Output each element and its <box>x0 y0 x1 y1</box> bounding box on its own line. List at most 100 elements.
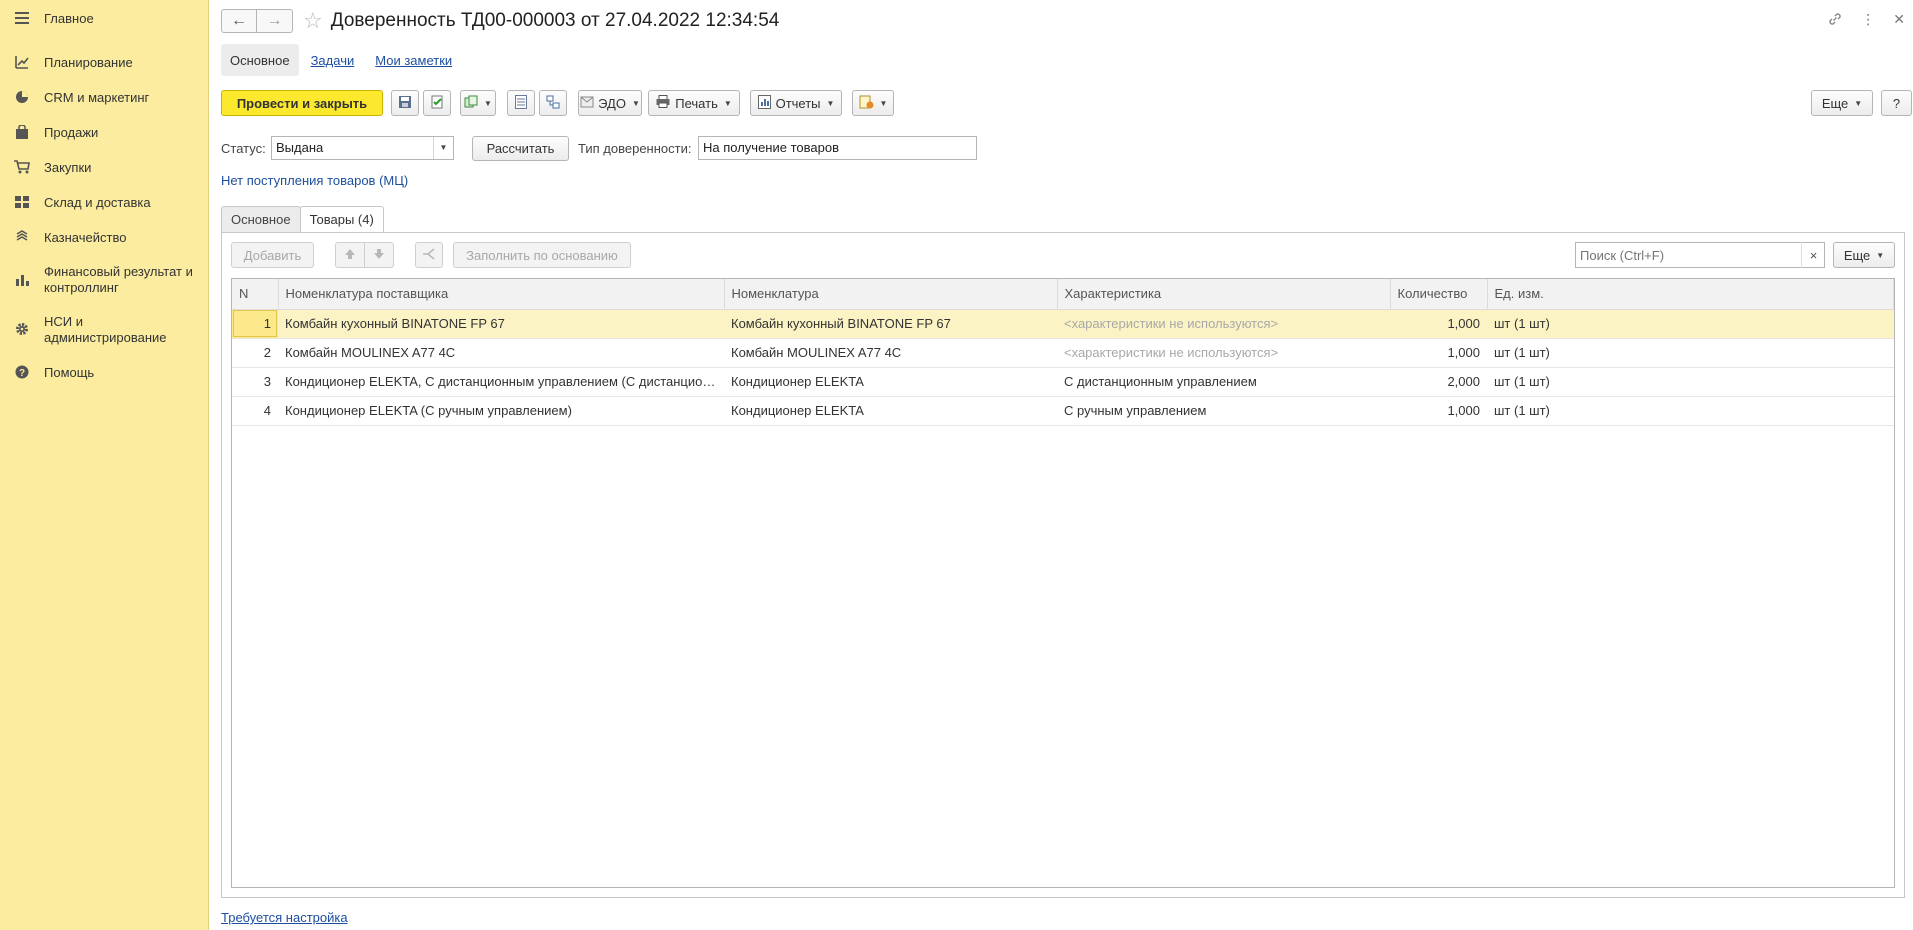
table-row[interactable]: 2 Комбайн MOULINEX A77 4C Комбайн MOULIN… <box>232 338 1894 368</box>
table-row[interactable]: 3 Кондиционер ELEKTA, С дистанционным уп… <box>232 367 1894 397</box>
edo-menu-button[interactable]: ЭДО ▼ <box>578 90 642 116</box>
structure-icon <box>546 95 560 112</box>
reports-menu-button[interactable]: Отчеты ▼ <box>750 90 842 116</box>
table-header-row: N Номенклатура поставщика Номенклатура Х… <box>232 279 1894 310</box>
cell-unit: шт (1 шт) <box>1487 309 1894 339</box>
more-label: Еще <box>1821 95 1849 111</box>
column-header-item[interactable]: Номенклатура <box>724 279 1058 310</box>
more-vertical-icon[interactable]: ⋮ <box>1861 11 1875 30</box>
move-down-button[interactable] <box>364 242 394 268</box>
sidebar-item-help[interactable]: ? Помощь <box>0 355 208 390</box>
sidebar-item-sales[interactable]: Продажи <box>0 115 208 150</box>
column-header-unit[interactable]: Ед. изм. <box>1487 279 1894 310</box>
goods-more-button[interactable]: Еще ▼ <box>1833 242 1895 268</box>
table-row[interactable]: 4 Кондиционер ELEKTA (С ручным управлени… <box>232 396 1894 426</box>
cell-quantity: 2,000 <box>1390 367 1487 397</box>
title-bar: ← → ☆ Доверенность ТД00-000003 от 27.04.… <box>221 8 1913 34</box>
gear-icon <box>14 322 30 338</box>
sidebar-item-warehouse[interactable]: Склад и доставка <box>0 185 208 220</box>
status-select[interactable]: Выдана ▼ <box>271 136 454 160</box>
structure-button[interactable] <box>539 90 567 116</box>
setup-required-link[interactable]: Требуется настройка <box>221 910 348 925</box>
attachments-menu-button[interactable]: ▼ <box>852 90 894 116</box>
sidebar-item-purchases[interactable]: Закупки <box>0 150 208 185</box>
sidebar-item-finance[interactable]: Финансовый результат и контроллинг <box>0 255 208 305</box>
post-button[interactable] <box>423 90 451 116</box>
proxy-type-value: На получение товаров <box>703 140 839 155</box>
sidebar-item-label: Планирование <box>44 54 133 70</box>
tab-goods[interactable]: Товары (4) <box>299 206 384 233</box>
sidebar-item-label: Продажи <box>44 124 99 140</box>
form-subtabs: Основное Задачи Мои заметки <box>221 44 461 76</box>
no-receipts-link[interactable]: Нет поступления товаров (МЦ) <box>221 173 408 188</box>
sidebar-item-label: Помощь <box>44 364 95 380</box>
treasury-icon <box>14 229 30 246</box>
status-value: Выдана <box>276 140 324 155</box>
sidebar-item-treasury[interactable]: Казначейство <box>0 220 208 255</box>
journal-button[interactable] <box>507 90 535 116</box>
arrow-left-icon: ← <box>231 12 247 29</box>
save-button[interactable] <box>391 90 419 116</box>
help-button[interactable]: ? <box>1881 90 1912 116</box>
cell-unit: шт (1 шт) <box>1487 396 1894 426</box>
column-header-supplier-item[interactable]: Номенклатура поставщика <box>278 279 725 310</box>
post-and-close-button[interactable]: Провести и закрыть <box>221 90 383 116</box>
sidebar: Главное Планирование CRM и маркетинг Про… <box>0 0 209 930</box>
favorite-star-icon[interactable]: ☆ <box>303 10 323 32</box>
subtab-main[interactable]: Основное <box>221 44 299 76</box>
subtab-notes[interactable]: Мои заметки <box>366 44 461 76</box>
column-header-characteristic[interactable]: Характеристика <box>1057 279 1391 310</box>
sidebar-item-crm[interactable]: CRM и маркетинг <box>0 80 208 115</box>
sidebar-item-nsi[interactable]: НСИ и администрирование <box>0 305 208 355</box>
calculate-button[interactable]: Рассчитать <box>472 136 569 161</box>
cell-quantity: 1,000 <box>1390 338 1487 368</box>
more-actions-button[interactable]: Еще ▼ <box>1811 90 1873 116</box>
sidebar-item-label: Казначейство <box>44 229 127 245</box>
move-up-button[interactable] <box>335 242 365 268</box>
sidebar-item-main[interactable]: Главное <box>0 10 208 28</box>
proxy-type-label: Тип доверенности: <box>578 141 692 156</box>
table-row[interactable]: 1 Комбайн кухонный BINATONE FP 67 Комбай… <box>232 309 1894 339</box>
search-input[interactable] <box>1575 242 1825 268</box>
clear-search-icon[interactable]: × <box>1801 242 1825 268</box>
link-icon[interactable] <box>1827 11 1843 30</box>
cell-item: Кондиционер ELEKTA <box>724 367 1057 397</box>
chevron-down-icon[interactable]: ▼ <box>433 137 453 159</box>
post-document-icon <box>430 95 444 112</box>
fill-by-basis-button[interactable]: Заполнить по основанию <box>453 242 631 268</box>
arrow-up-icon <box>344 248 356 263</box>
chevron-down-icon: ▼ <box>879 98 888 108</box>
svg-text:?: ? <box>19 368 25 379</box>
cell-supplier-item: Комбайн кухонный BINATONE FP 67 <box>278 309 724 339</box>
column-header-quantity[interactable]: Количество <box>1390 279 1488 310</box>
reports-label: Отчеты <box>775 95 821 111</box>
print-menu-button[interactable]: Печать ▼ <box>648 90 740 116</box>
document-list-icon <box>515 94 527 112</box>
create-based-on-button[interactable]: ▼ <box>460 90 496 116</box>
split-row-button[interactable] <box>415 242 443 268</box>
status-label: Статус: <box>221 141 266 156</box>
add-row-button[interactable]: Добавить <box>231 242 314 268</box>
back-button[interactable]: ← <box>221 9 257 33</box>
proxy-type-field[interactable]: На получение товаров <box>698 136 977 160</box>
split-icon <box>422 247 436 263</box>
cell-unit: шт (1 шт) <box>1487 338 1894 368</box>
close-icon[interactable]: ✕ <box>1893 11 1905 30</box>
warehouse-icon <box>14 195 30 211</box>
menu-icon <box>14 11 30 27</box>
arrow-right-icon: → <box>266 12 283 29</box>
sidebar-item-planning[interactable]: Планирование <box>0 45 208 80</box>
forward-button[interactable]: → <box>257 9 293 33</box>
subtab-tasks[interactable]: Задачи <box>302 44 364 76</box>
cell-n: 1 <box>232 309 278 339</box>
tab-main[interactable]: Основное <box>221 206 301 233</box>
cell-item: Комбайн MOULINEX A77 4C <box>724 338 1057 368</box>
cart-icon <box>14 159 30 176</box>
column-header-n[interactable]: N <box>232 279 279 310</box>
cell-n: 3 <box>232 367 278 397</box>
cell-n: 4 <box>232 396 278 426</box>
chevron-down-icon: ▼ <box>484 98 492 108</box>
command-bar: Провести и закрыть ▼ ЭДО ▼ Печать ▼ Отче… <box>221 90 1913 116</box>
cell-characteristic: <характеристики не используются> <box>1057 309 1390 339</box>
goods-panel: Добавить Заполнить по основанию × Еще ▼ <box>221 232 1905 898</box>
